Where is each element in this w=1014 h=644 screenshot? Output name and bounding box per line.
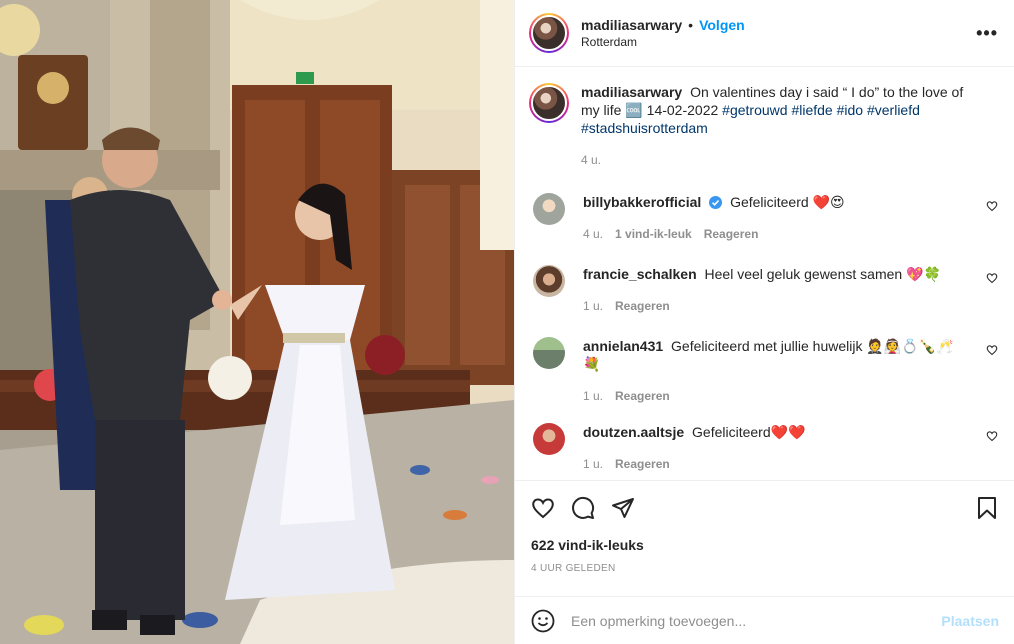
hashtag-link[interactable]: #ido bbox=[837, 102, 863, 118]
comment-text: Gefeliciteerd ❤️😍 bbox=[730, 194, 845, 210]
comment-time[interactable]: 4 u. bbox=[583, 225, 603, 243]
add-comment-bar: Plaatsen bbox=[515, 596, 1014, 644]
heart-icon[interactable] bbox=[531, 496, 555, 520]
wedding-photo-illustration bbox=[0, 0, 514, 644]
share-icon[interactable] bbox=[611, 496, 635, 520]
follow-button[interactable]: Volgen bbox=[699, 17, 745, 33]
caption: madiliasarwary On valentines day i said … bbox=[529, 83, 998, 169]
commenter-username[interactable]: francie_schalken bbox=[583, 266, 697, 282]
likes-count[interactable]: 622 vind-ik-leuks bbox=[531, 537, 999, 553]
hashtag-link[interactable]: #getrouwd bbox=[722, 102, 787, 118]
posted-time[interactable]: 4 UUR GELEDEN bbox=[531, 563, 999, 574]
author-avatar[interactable] bbox=[529, 13, 569, 53]
location-link[interactable]: Rotterdam bbox=[581, 35, 976, 49]
post-panel: madiliasarwary • Volgen Rotterdam ••• ma… bbox=[514, 0, 1014, 644]
more-options-icon[interactable]: ••• bbox=[976, 23, 998, 44]
reply-button[interactable]: Reageren bbox=[615, 387, 670, 405]
commenter-avatar[interactable] bbox=[533, 265, 565, 297]
post-header: madiliasarwary • Volgen Rotterdam ••• bbox=[515, 0, 1014, 67]
reply-button[interactable]: Reageren bbox=[615, 297, 670, 315]
comment-item: francie_schalken Heel veel geluk gewenst… bbox=[529, 265, 998, 315]
hashtag-link[interactable]: #stadshuisrotterdam bbox=[581, 120, 708, 136]
commenter-username[interactable]: annielan431 bbox=[583, 338, 663, 354]
bookmark-icon[interactable] bbox=[975, 496, 999, 520]
commenter-avatar[interactable] bbox=[533, 423, 565, 455]
comment-item: billybakkerofficial Gefeliciteerd ❤️😍 4 … bbox=[529, 193, 998, 243]
comment-item: doutzen.aaltsje Gefeliciteerd❤️❤️ 1 u. R… bbox=[529, 423, 998, 473]
caption-username[interactable]: madiliasarwary bbox=[581, 84, 682, 100]
separator-dot: • bbox=[688, 17, 694, 33]
post-photo[interactable] bbox=[0, 0, 514, 644]
reply-button[interactable]: Reageren bbox=[704, 225, 759, 243]
caption-time[interactable]: 4 u. bbox=[581, 151, 601, 169]
comment-time[interactable]: 1 u. bbox=[583, 387, 603, 405]
comments-list[interactable]: madiliasarwary On valentines day i said … bbox=[515, 67, 1014, 480]
comment-text: Heel veel geluk gewenst samen 💖🍀 bbox=[704, 266, 941, 282]
comment-text: Gefeliciteerd❤️❤️ bbox=[692, 424, 806, 440]
caption-avatar[interactable] bbox=[529, 83, 569, 123]
comment-time[interactable]: 1 u. bbox=[583, 297, 603, 315]
comment-icon[interactable] bbox=[571, 496, 595, 520]
comment-like-icon[interactable] bbox=[986, 344, 998, 356]
commenter-username[interactable]: billybakkerofficial bbox=[583, 194, 701, 210]
reply-button[interactable]: Reageren bbox=[615, 455, 670, 473]
commenter-avatar[interactable] bbox=[533, 337, 565, 369]
comment-time[interactable]: 1 u. bbox=[583, 455, 603, 473]
comment-item: annielan431 Gefeliciteerd met jullie huw… bbox=[529, 337, 998, 405]
commenter-avatar[interactable] bbox=[533, 193, 565, 225]
post-actions: 622 vind-ik-leuks 4 UUR GELEDEN bbox=[515, 480, 1014, 574]
comment-like-icon[interactable] bbox=[986, 430, 998, 442]
hashtag-link[interactable]: #liefde bbox=[791, 102, 832, 118]
commenter-username[interactable]: doutzen.aaltsje bbox=[583, 424, 684, 440]
post-comment-button[interactable]: Plaatsen bbox=[941, 613, 999, 629]
comment-input[interactable] bbox=[571, 612, 942, 629]
hashtag-link[interactable]: #verliefd bbox=[867, 102, 920, 118]
comment-like-icon[interactable] bbox=[986, 200, 998, 212]
emoji-icon[interactable] bbox=[531, 609, 555, 633]
verified-badge-icon bbox=[709, 196, 723, 209]
comment-like-icon[interactable] bbox=[986, 272, 998, 284]
comment-likes[interactable]: 1 vind-ik-leuk bbox=[615, 225, 692, 243]
author-username[interactable]: madiliasarwary bbox=[581, 17, 682, 33]
